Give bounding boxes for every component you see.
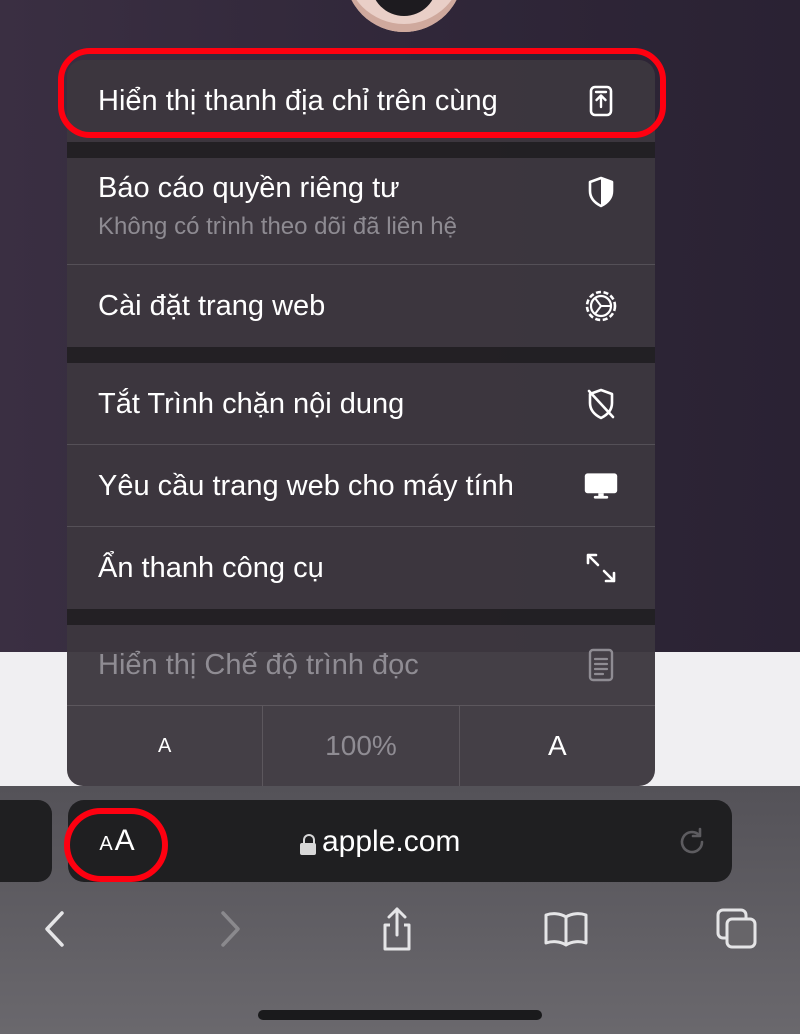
menu-label: Báo cáo quyền riêng tư xyxy=(98,172,400,204)
zoom-level[interactable]: 100% xyxy=(263,706,460,786)
previous-tab-edge[interactable] xyxy=(0,800,52,882)
address-domain[interactable]: apple.com xyxy=(300,822,520,862)
zoom-controls: A 100% A xyxy=(67,706,655,786)
menu-section-gap xyxy=(67,142,655,158)
menu-section-gap xyxy=(67,609,655,625)
menu-label: Hiển thị Chế độ trình đọc xyxy=(98,648,419,681)
chevron-right-icon[interactable] xyxy=(206,905,254,953)
shield-slash-icon xyxy=(583,386,619,422)
tabs-icon[interactable] xyxy=(713,905,761,953)
menu-label: Yêu cầu trang web cho máy tính xyxy=(98,469,514,502)
menu-label: Ẩn thanh công cụ xyxy=(98,551,324,584)
menu-label-block: Báo cáo quyền riêng tư Không có trình th… xyxy=(98,172,457,241)
top-item-highlight-ring xyxy=(58,48,666,138)
desktop-icon xyxy=(583,468,619,504)
zoom-decrease-button[interactable]: A xyxy=(67,706,264,786)
menu-label: Cài đặt trang web xyxy=(98,289,326,322)
menu-item-website-settings[interactable]: Cài đặt trang web xyxy=(67,265,655,347)
share-icon[interactable] xyxy=(373,905,421,953)
page-menu: Hiển thị thanh địa chỉ trên cùng Báo cáo… xyxy=(67,60,655,786)
shield-half-icon xyxy=(583,174,619,210)
document-icon xyxy=(583,647,619,683)
menu-item-turn-off-content-blockers[interactable]: Tắt Trình chặn nội dung xyxy=(67,363,655,445)
gear-icon xyxy=(583,288,619,324)
book-icon[interactable] xyxy=(542,905,590,953)
zoom-increase-button[interactable]: A xyxy=(460,706,655,786)
expand-arrows-icon xyxy=(583,550,619,586)
lock-icon xyxy=(300,834,316,855)
reload-icon[interactable] xyxy=(676,826,708,858)
menu-label: Tắt Trình chặn nội dung xyxy=(98,387,405,420)
format-button-highlight-ring xyxy=(64,808,168,882)
domain-text: apple.com xyxy=(322,825,461,858)
menu-item-hide-toolbar[interactable]: Ẩn thanh công cụ xyxy=(67,527,655,609)
menu-item-privacy-report[interactable]: Báo cáo quyền riêng tư Không có trình th… xyxy=(67,158,655,264)
chevron-left-icon[interactable] xyxy=(30,905,78,953)
menu-section-gap xyxy=(67,347,655,363)
home-indicator xyxy=(258,1010,542,1020)
menu-item-request-desktop-site[interactable]: Yêu cầu trang web cho máy tính xyxy=(67,445,655,527)
menu-sublabel: Không có trình theo dõi đã liên hệ xyxy=(98,213,457,240)
menu-item-show-reader: Hiển thị Chế độ trình đọc xyxy=(67,625,655,705)
